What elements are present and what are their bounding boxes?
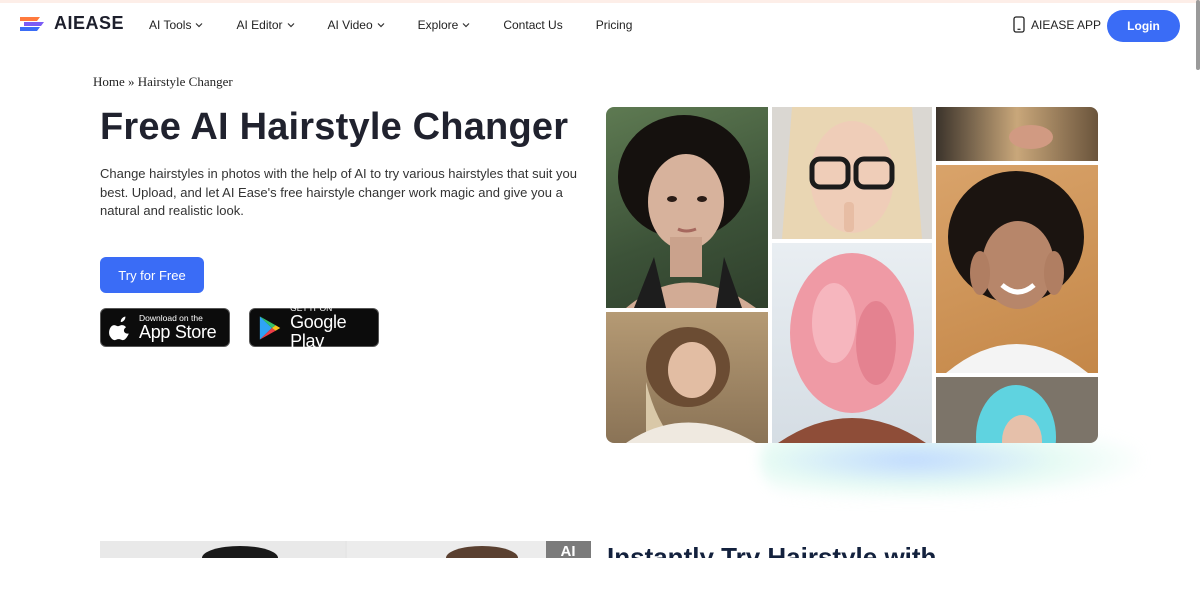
section-title: Instantly Try Hairstyle with (607, 542, 937, 558)
nav-label: AI Tools (149, 18, 192, 32)
phone-icon (1013, 16, 1025, 33)
nav-label: AI Video (327, 18, 373, 32)
apple-icon (109, 316, 129, 340)
breadcrumb-current: Hairstyle Changer (137, 74, 233, 89)
page-scrollbar[interactable] (1196, 0, 1200, 70)
nav-label: AI Editor (236, 18, 283, 32)
google-play-badge[interactable]: GET IT ON Google Play (249, 304, 379, 351)
breadcrumb-home[interactable]: Home (93, 74, 125, 89)
app-download-link[interactable]: AIEASE APP (1013, 16, 1101, 33)
main-nav: AI Tools AI Editor AI Video Explore Cont… (149, 18, 665, 32)
photo-blonde-glasses (772, 107, 932, 239)
hairstyle-photo-collage (606, 107, 1098, 443)
brand-logo[interactable]: AIEASE (18, 13, 124, 34)
nav-ai-video[interactable]: AI Video (328, 18, 385, 32)
nav-label: Explore (417, 18, 459, 32)
logo-mark-icon (20, 16, 44, 31)
chevron-down-icon (462, 23, 470, 28)
appstore-big-text: App Store (139, 321, 217, 342)
chevron-down-icon (287, 23, 294, 28)
page-title: Free AI Hairstyle Changer (100, 106, 569, 148)
photo-blue-hair (936, 377, 1098, 443)
nav-ai-editor[interactable]: AI Editor (236, 18, 294, 32)
ai-badge: AI (561, 543, 576, 558)
breadcrumb: Home » Hairstyle Changer (93, 74, 233, 90)
googleplay-big-text: Google Play (290, 312, 347, 351)
login-button[interactable]: Login (1107, 10, 1180, 42)
photo-hands-crop (936, 107, 1098, 161)
chevron-down-icon (196, 23, 203, 28)
nav-contact-us[interactable]: Contact Us (503, 18, 562, 32)
site-header: AIEASE AI Tools AI Editor AI Video Explo… (0, 3, 1200, 49)
nav-explore[interactable]: Explore (418, 18, 471, 32)
google-play-icon (259, 315, 281, 340)
chevron-down-icon (377, 23, 385, 28)
brand-name: AIEASE (54, 13, 125, 33)
app-link-label: AIEASE APP (1031, 17, 1102, 32)
photo-curly-hair (606, 107, 768, 308)
viewport-bottom-band (0, 558, 1200, 610)
photo-curly-smiling (936, 165, 1098, 373)
before-after-preview: AI (100, 541, 591, 558)
try-for-free-button[interactable]: Try for Free (100, 257, 204, 293)
breadcrumb-separator: » (128, 74, 135, 89)
nav-pricing[interactable]: Pricing (596, 18, 633, 32)
app-store-badge[interactable]: Download on the App Store (100, 308, 230, 347)
photo-pink-hair (772, 243, 932, 443)
nav-label: Pricing (595, 18, 633, 32)
photo-wavy-blonde (606, 312, 768, 443)
nav-label: Contact Us (503, 18, 563, 32)
nav-ai-tools[interactable]: AI Tools (149, 18, 203, 32)
hero-description: Change hairstyles in photos with the hel… (100, 166, 577, 218)
